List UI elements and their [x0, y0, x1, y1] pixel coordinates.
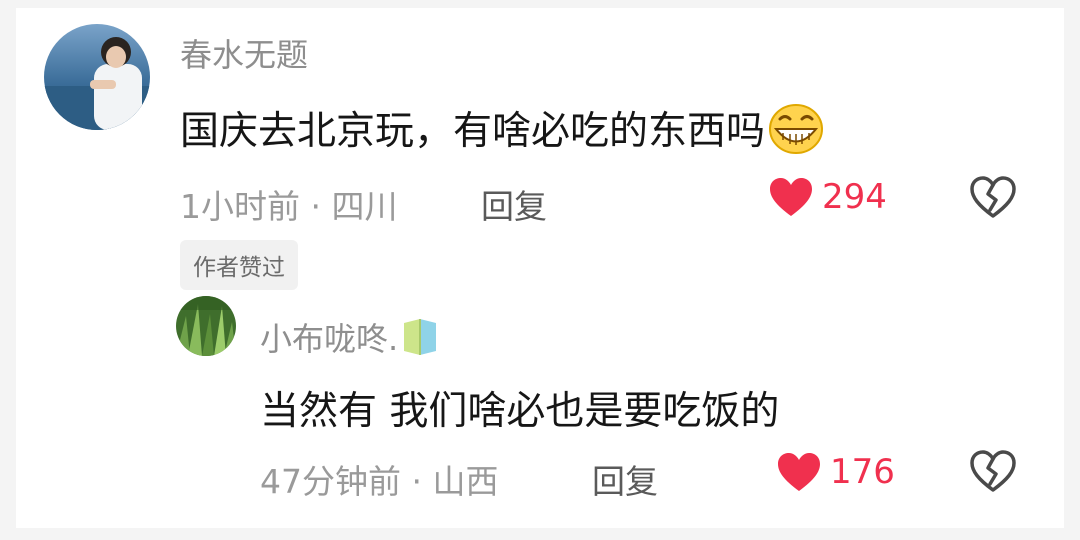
avatar[interactable] [176, 296, 236, 356]
comment-text: 国庆去北京玩，有啥必吃的东西吗 [180, 100, 825, 166]
username-text: 小布咙咚. [260, 320, 399, 358]
comment-text: 当然有 我们啥必也是要吃饭的 [260, 389, 780, 434]
like-button[interactable]: 294 [768, 176, 887, 218]
reply-button[interactable]: 回复 [481, 180, 547, 228]
comment-text-content: 国庆去北京玩，有啥必吃的东西吗 [180, 109, 766, 154]
like-button[interactable]: 176 [776, 451, 895, 493]
like-count: 294 [822, 177, 887, 217]
author-liked-badge: 作者赞过 [180, 240, 298, 290]
comment-meta: 47分钟前 · 山西 [260, 462, 499, 501]
like-count: 176 [830, 452, 895, 492]
level-badge-icon [402, 317, 438, 365]
avatar[interactable] [44, 24, 150, 130]
comment-card: 春水无题 国庆去北京玩，有啥必吃的东西吗 1小时前 · 四川 回复 294 作者… [16, 8, 1064, 528]
dislike-button[interactable] [968, 174, 1018, 224]
dislike-button[interactable] [968, 448, 1018, 498]
broken-heart-icon [970, 450, 1016, 492]
heart-icon [778, 453, 820, 491]
heart-icon [770, 178, 812, 216]
reply-button[interactable]: 回复 [592, 455, 658, 503]
username[interactable]: 春水无题 [180, 30, 308, 76]
grin-emoji [767, 102, 825, 166]
username[interactable]: 小布咙咚. [260, 314, 438, 365]
comment-meta: 1小时前 · 四川 [180, 187, 398, 226]
broken-heart-icon [970, 176, 1016, 218]
